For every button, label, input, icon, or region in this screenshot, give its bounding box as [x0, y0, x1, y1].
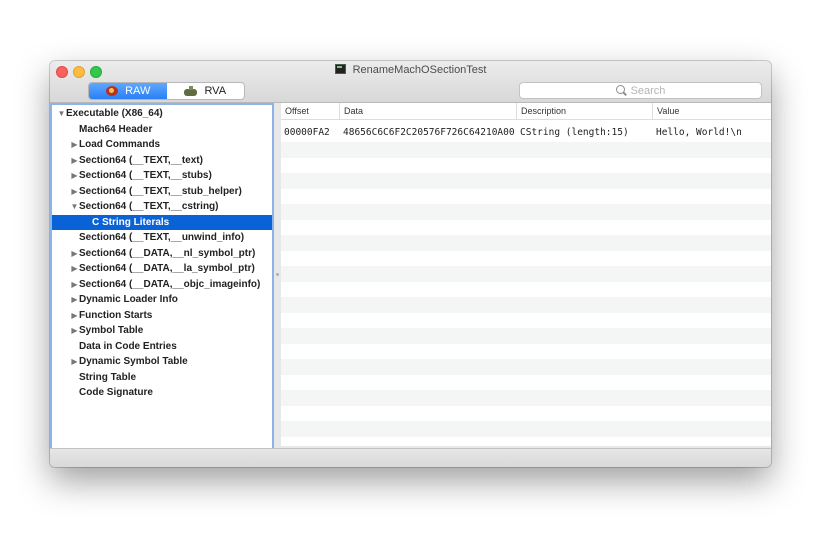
table-row-stripe: [281, 142, 771, 158]
disclosure-collapsed-icon[interactable]: ▶: [70, 137, 79, 152]
table-row-stripe: [281, 204, 771, 220]
search-field[interactable]: Search: [519, 82, 762, 99]
detail-table[interactable]: Offset Data Description Value 00000FA2 4…: [281, 103, 771, 446]
tree-row-function-starts[interactable]: ▶ Function Starts: [52, 308, 272, 323]
divider-grip-icon: [276, 273, 279, 276]
tree-row-section-data-objc-imageinfo[interactable]: ▶ Section64 (__DATA,__objc_imageinfo): [52, 277, 272, 292]
tree-row-data-in-code-entries[interactable]: Data in Code Entries: [52, 339, 272, 354]
raw-mode-button[interactable]: RAW: [89, 83, 167, 99]
disclosure-collapsed-icon[interactable]: ▶: [70, 246, 79, 261]
disclosure-collapsed-icon[interactable]: ▶: [70, 277, 79, 292]
status-bar: [50, 448, 771, 467]
document-icon: [334, 64, 346, 74]
disclosure-collapsed-icon[interactable]: ▶: [70, 184, 79, 199]
tree-row-dynamic-symbol-table[interactable]: ▶ Dynamic Symbol Table: [52, 354, 272, 369]
split-view-divider[interactable]: [274, 103, 281, 450]
rva-mode-button[interactable]: RVA: [167, 83, 245, 99]
cell-offset: 00000FA2: [284, 127, 330, 138]
search-icon: [615, 85, 627, 96]
title-bar: RenameMachOSectionTest RAW RVA Search: [50, 61, 771, 103]
disclosure-collapsed-icon[interactable]: ▶: [70, 308, 79, 323]
tree-row-section-text-unwind-info[interactable]: Section64 (__TEXT,__unwind_info): [52, 230, 272, 245]
column-header-data[interactable]: Data: [340, 103, 517, 120]
tree-row-load-commands[interactable]: ▶ Load Commands: [52, 137, 272, 152]
tree-row-c-string-literals[interactable]: C String Literals: [52, 214, 272, 230]
tree-row-section-text-text[interactable]: ▶ Section64 (__TEXT,__text): [52, 153, 272, 168]
tree-row-section-text-stub-helper[interactable]: ▶ Section64 (__TEXT,__stub_helper): [52, 184, 272, 199]
tree-row-section-data-la-symbol-ptr[interactable]: ▶ Section64 (__DATA,__la_symbol_ptr): [52, 261, 272, 276]
tree-row-section-text-cstring[interactable]: ▼ Section64 (__TEXT,__cstring): [52, 199, 272, 214]
table-row-stripe: [281, 266, 771, 282]
raw-icon: [105, 85, 119, 97]
disclosure-collapsed-icon[interactable]: ▶: [70, 153, 79, 168]
disclosure-collapsed-icon[interactable]: ▶: [70, 354, 79, 369]
table-header: Offset Data Description Value: [281, 103, 771, 120]
tree-row-mach64-header[interactable]: Mach64 Header: [52, 122, 272, 137]
tree-row-symbol-table[interactable]: ▶ Symbol Table: [52, 323, 272, 338]
window-title: RenameMachOSectionTest: [352, 64, 487, 76]
cell-value: Hello, World!\n: [656, 127, 742, 138]
disclosure-collapsed-icon[interactable]: ▶: [70, 292, 79, 307]
table-row-stripe: [281, 173, 771, 189]
tree-row-executable[interactable]: ▼ Executable (X86_64): [52, 106, 272, 121]
rva-mode-label: RVA: [204, 85, 227, 97]
disclosure-collapsed-icon[interactable]: ▶: [70, 323, 79, 338]
tree-row-section-data-nl-symbol-ptr[interactable]: ▶ Section64 (__DATA,__nl_symbol_ptr): [52, 246, 272, 261]
search-placeholder: Search: [630, 84, 666, 97]
column-header-description[interactable]: Description: [517, 103, 653, 120]
app-window: RenameMachOSectionTest RAW RVA Search ▼ …: [50, 61, 771, 467]
table-row-stripe: [281, 421, 771, 437]
rva-icon: [184, 85, 198, 97]
cell-description: CString (length:15): [520, 127, 629, 138]
table-row-stripe: [281, 359, 771, 375]
table-row[interactable]: 00000FA2 48656C6C6F2C20576F726C64210A00 …: [281, 125, 771, 141]
column-header-offset[interactable]: Offset: [281, 103, 340, 120]
tree-row-section-text-stubs[interactable]: ▶ Section64 (__TEXT,__stubs): [52, 168, 272, 183]
column-header-value[interactable]: Value: [653, 103, 771, 120]
tree-row-string-table[interactable]: String Table: [52, 370, 272, 385]
table-row-stripe: [281, 297, 771, 313]
table-row-stripe: [281, 235, 771, 251]
window-title-area: RenameMachOSectionTest: [50, 64, 771, 76]
tree-row-dynamic-loader-info[interactable]: ▶ Dynamic Loader Info: [52, 292, 272, 307]
structure-tree-sidebar[interactable]: ▼ Executable (X86_64) Mach64 Header ▶ Lo…: [50, 103, 274, 450]
cell-data: 48656C6C6F2C20576F726C64210A00: [343, 127, 515, 138]
tree-row-code-signature[interactable]: Code Signature: [52, 385, 272, 400]
disclosure-collapsed-icon[interactable]: ▶: [70, 261, 79, 276]
table-row-stripe: [281, 328, 771, 344]
disclosure-expanded-icon[interactable]: ▼: [70, 199, 79, 214]
view-mode-segmented-control[interactable]: RAW RVA: [88, 82, 245, 100]
table-row-stripe: [281, 390, 771, 406]
disclosure-collapsed-icon[interactable]: ▶: [70, 168, 79, 183]
disclosure-expanded-icon[interactable]: ▼: [57, 106, 66, 121]
raw-mode-label: RAW: [125, 85, 151, 97]
